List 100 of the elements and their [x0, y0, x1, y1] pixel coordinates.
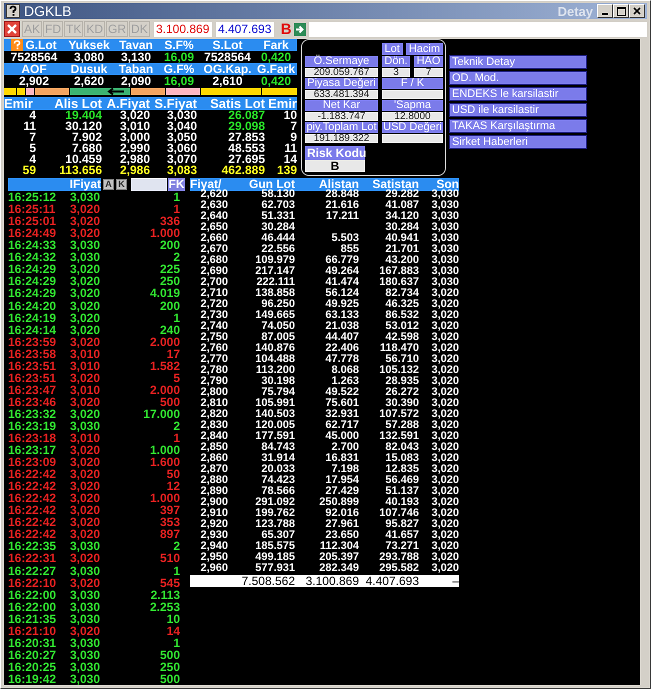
trade-lot: 225: [158, 263, 180, 276]
input-field[interactable]: [308, 22, 647, 37]
table-cell-text: 10.459: [65, 154, 102, 166]
column-header: Emir: [265, 97, 297, 110]
link-button[interactable]: TAKAS Karşılaştırma: [449, 119, 587, 134]
table-cell-text: 2,850: [199, 442, 228, 454]
table-cell-text: 113.200: [254, 365, 295, 376]
table-cell-text: 56.124: [324, 288, 359, 300]
trade-price: 3,020: [70, 203, 102, 216]
field-label: Ö.Sermaye: [305, 56, 378, 68]
total-cell-text: 3,083: [166, 165, 197, 176]
table-cell-text: 2,770: [199, 354, 228, 366]
stat-value: 2,620: [72, 75, 106, 88]
trade-lot: 250: [158, 275, 180, 288]
close-button[interactable]: [4, 21, 20, 38]
column-header: S.Fiyat: [150, 97, 197, 110]
minimize-button[interactable]: [597, 4, 613, 18]
table-cell-text: 3,030: [430, 266, 459, 278]
table-cell-text: 14: [284, 154, 297, 166]
trade-price: 3,020: [70, 215, 102, 228]
column-header: Dusuk: [70, 63, 108, 76]
risk-letter: B: [280, 20, 292, 38]
input-field[interactable]: [131, 178, 167, 192]
trade-price: 3,020: [70, 275, 102, 288]
link-button[interactable]: Teknik Detay: [449, 55, 587, 70]
table-cell-text: 4: [29, 154, 36, 166]
field-label: USD Değeri: [382, 122, 443, 134]
table-cell-text: 3,020: [430, 321, 459, 332]
trade-lot: 17.000: [142, 408, 180, 420]
trade-time: 16:24:33: [8, 239, 58, 252]
table-cell-text: 3,030: [430, 277, 459, 288]
trade-time: 16:24:32: [8, 251, 58, 264]
trade-time: 16:22:31: [8, 552, 58, 565]
column-header: IFiyat: [8, 178, 101, 192]
link-button[interactable]: ENDEKS le karsilastir: [449, 87, 587, 102]
table-cell-text: 3,020: [430, 310, 459, 322]
table-cell-text: 96.250: [261, 299, 295, 310]
trade-lot: 2.253: [148, 600, 180, 613]
table-cell-text: 58.130: [261, 189, 295, 200]
column-header: Yuksek: [67, 39, 111, 52]
column-header: AOF: [20, 63, 48, 76]
table-cell-text: 29.098: [227, 121, 265, 132]
arrow-right-icon[interactable]: [294, 22, 306, 36]
maximize-button[interactable]: [613, 4, 629, 18]
table-cell-text: 20.033: [260, 464, 295, 476]
trade-lot: 500: [158, 648, 180, 661]
value-field: B: [305, 160, 365, 172]
link-button[interactable]: Sirket Haberleri: [449, 135, 587, 150]
table-cell-text: 3,020: [430, 541, 459, 552]
help-icon[interactable]: [6, 4, 20, 18]
trade-lot: 4.019: [148, 287, 180, 300]
trade-lot: 1: [172, 312, 180, 324]
window-subtitle: Detay: [558, 4, 593, 19]
trade-lot: 545: [158, 576, 180, 589]
total-cell-text: 2,986: [118, 165, 150, 176]
table-cell-text: 3,050: [166, 132, 197, 144]
table-cell-text: 2,720: [199, 299, 228, 310]
trade-lot: 336: [158, 215, 180, 228]
trade-price: 3,020: [70, 300, 102, 312]
table-cell-text: 199.762: [254, 508, 295, 520]
table-cell-text: 11: [283, 143, 297, 154]
table-cell-text: 11: [22, 121, 36, 132]
filter-button[interactable]: FK: [168, 178, 185, 192]
help-icon[interactable]: [11, 39, 24, 52]
trade-lot: 353: [158, 516, 180, 528]
column-header: Fark: [262, 39, 290, 52]
table-cell-text: 49.264: [324, 266, 359, 278]
table-cell-text: 3,030: [166, 110, 197, 122]
link-button[interactable]: OD. Mod.: [449, 71, 587, 86]
table-cell-text: 10: [282, 110, 297, 122]
table-cell-text: 9: [290, 132, 297, 144]
table-cell-text: 82.043: [384, 442, 419, 454]
field-label: Dön.: [382, 56, 410, 68]
table-cell-text: 2,860: [199, 453, 228, 464]
table-cell-text: 95.827: [384, 519, 419, 530]
table-cell-text: 104.488: [254, 354, 295, 366]
trade-lot: 1: [172, 564, 180, 577]
filter-button[interactable]: K: [116, 179, 127, 190]
table-cell-text: 3,020: [430, 299, 459, 310]
field-label: piy.Toplam Lot: [305, 122, 378, 134]
table-cell-text: 2,840: [199, 431, 228, 442]
toggle-button[interactable]: Lot: [382, 43, 403, 56]
table-cell-text: 2,810: [199, 398, 228, 410]
toggle-button[interactable]: Hacim: [406, 43, 443, 56]
trade-lot: 1.000: [148, 227, 180, 240]
table-cell-text: 499.185: [254, 552, 295, 564]
column-header: G.F%: [162, 63, 196, 76]
table-cell-text: 120.005: [254, 420, 295, 432]
link-button[interactable]: USD ile karsilastir: [449, 103, 587, 118]
total-cell-text: 3.100.869: [304, 575, 359, 588]
trade-price: 3,020: [70, 492, 102, 504]
column-header: G.Lot: [25, 39, 57, 52]
field-label: HAO: [414, 56, 443, 68]
filter-button[interactable]: A: [103, 179, 114, 190]
stat-value: 2,090: [120, 75, 152, 88]
table-cell-text: 107.746: [378, 508, 419, 520]
trade-price: 3,010: [70, 432, 102, 444]
table-cell-text: 217.147: [254, 266, 295, 278]
column-header: A.Fiyat: [102, 97, 150, 110]
trade-time: 16:20:25: [8, 660, 58, 673]
